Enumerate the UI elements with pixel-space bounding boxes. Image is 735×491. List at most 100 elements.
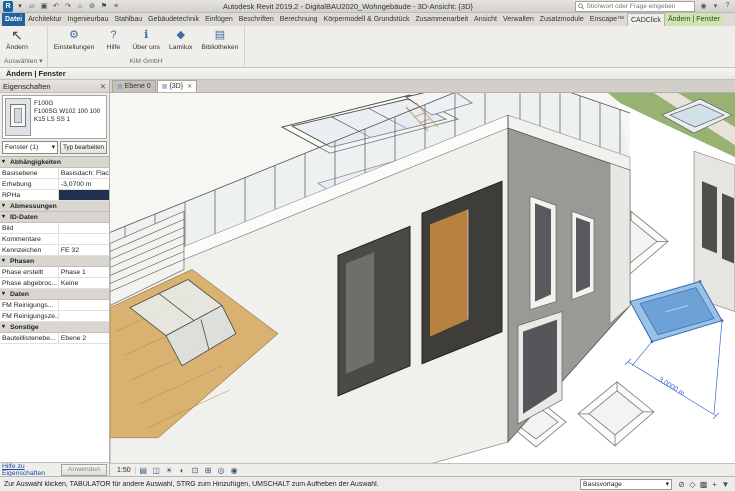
user-account-icon[interactable]: ◉ bbox=[699, 2, 708, 10]
undo-icon[interactable]: ↶ bbox=[51, 1, 61, 12]
view-tab-3d[interactable]: ▦{3D}✕ bbox=[157, 80, 197, 92]
prop-section-abhangigkeiten[interactable]: Abhängigkeiten bbox=[0, 157, 109, 168]
prop-section-id-daten[interactable]: ID-Daten bbox=[0, 212, 109, 223]
ribbon-tab-datei[interactable]: Datei bbox=[2, 13, 25, 26]
apply-button[interactable]: Anwenden bbox=[61, 464, 107, 476]
view-tab-ebene-0[interactable]: ▦Ebene 0 bbox=[112, 80, 156, 92]
element-selector-combo[interactable]: Fenster (1) ▾ bbox=[2, 141, 58, 154]
chevron-down-icon: ▾ bbox=[666, 480, 669, 489]
close-view-icon[interactable]: ✕ bbox=[187, 83, 192, 90]
ribbon-button-hilfe[interactable]: ?Hilfe bbox=[101, 27, 125, 52]
window-right-2[interactable] bbox=[572, 211, 594, 299]
status-bar: Zur Auswahl klicken, TABULATOR für ander… bbox=[0, 476, 735, 491]
revit-logo[interactable]: R bbox=[3, 1, 13, 12]
temporary-hide-isolate-icon[interactable]: ◎ bbox=[216, 466, 227, 475]
3d-viewport[interactable]: 3,0000 m bbox=[110, 93, 735, 463]
ribbon-tab-korpermodell-grundstuck[interactable]: Körpermodell & Grundstück bbox=[321, 13, 413, 26]
prop-value-kommentare[interactable] bbox=[59, 234, 109, 244]
ribbon-button-bibliotheken[interactable]: ▤Bibliotheken bbox=[199, 27, 240, 52]
section-icon[interactable]: ⊘ bbox=[87, 1, 97, 12]
3d-view-canvas[interactable]: 3,0000 m bbox=[110, 93, 735, 463]
redo-icon[interactable]: ↷ bbox=[63, 1, 73, 12]
ribbon-tab-architektur[interactable]: Architektur bbox=[25, 13, 64, 26]
scale-control[interactable]: 1:50 bbox=[113, 467, 136, 474]
prop-value-kennzeichen[interactable]: FE 32 bbox=[59, 245, 109, 255]
sun-path-icon[interactable]: ☀ bbox=[164, 466, 175, 475]
selection-filter-icon[interactable]: ▼ bbox=[720, 480, 731, 489]
prop-value-fm-reinigungs[interactable] bbox=[59, 300, 109, 310]
prop-value-bild[interactable] bbox=[59, 223, 109, 233]
close-properties-icon[interactable]: ✕ bbox=[100, 80, 106, 92]
ribbon-button-andern[interactable]: ↖Ändern bbox=[4, 27, 30, 52]
ribbon-button-uber-uns[interactable]: ℹÜber uns bbox=[130, 27, 162, 52]
ribbon-button-lamilux[interactable]: ◆Lamilux bbox=[167, 27, 194, 52]
search-box[interactable] bbox=[575, 1, 695, 12]
prop-value-phase-abgebroc[interactable]: Keine bbox=[59, 278, 109, 288]
ribbon-tab-cadclick[interactable]: CADClick bbox=[627, 13, 665, 26]
prop-value-phase-erstellt[interactable]: Phase 1 bbox=[59, 267, 109, 277]
ribbon-tab-stahlbau[interactable]: Stahlbau bbox=[111, 13, 145, 26]
help-icon[interactable]: ? bbox=[723, 2, 732, 10]
ribbon-tab-verwalten[interactable]: Verwalten bbox=[500, 13, 537, 26]
select-by-face-icon[interactable]: ▩ bbox=[698, 480, 709, 489]
prop-row-bauteillistenebe: Bauteillistenebe...Ebene 2 bbox=[0, 333, 109, 344]
window-left[interactable] bbox=[338, 226, 410, 395]
design-option-select[interactable]: Basisvorlage ▾ bbox=[580, 479, 672, 490]
drawing-area: ▦Ebene 0▦{3D}✕ bbox=[110, 80, 735, 476]
thin-lines-icon[interactable]: ≡ bbox=[111, 1, 121, 12]
show-crop-icon[interactable]: ⊞ bbox=[203, 466, 214, 475]
ribbon-tab-zusammenarbeit[interactable]: Zusammenarbeit bbox=[413, 13, 472, 26]
crop-view-icon[interactable]: ⊡ bbox=[190, 466, 201, 475]
qat-dropdown-icon[interactable]: ▾ bbox=[15, 1, 25, 12]
window-right-1[interactable] bbox=[530, 196, 556, 309]
info-icon: ℹ bbox=[138, 28, 154, 43]
ribbon-tab-contextual-andern-fenster[interactable]: Ändern | Fenster bbox=[665, 13, 723, 26]
ribbon-tab-einfugen[interactable]: Einfügen bbox=[202, 13, 236, 26]
save-icon[interactable]: ▣ bbox=[39, 1, 49, 12]
edit-type-button[interactable]: Typ bearbeiten bbox=[60, 141, 107, 154]
ribbon-button-einstellungen[interactable]: ⚙Einstellungen bbox=[52, 27, 97, 52]
type-preview[interactable]: F100G F100SG W102 100 100 K15 LS SS 1 bbox=[2, 95, 107, 139]
ribbon-panel-auswahlen: ↖ÄndernAuswählen ▾ bbox=[0, 26, 48, 67]
prop-row-kommentare: Kommentare bbox=[0, 234, 109, 245]
ribbon-tab-beschriften[interactable]: Beschriften bbox=[236, 13, 277, 26]
prop-value-basisebene[interactable]: Basisdach: Flac... bbox=[59, 168, 109, 178]
exclude-underlay-icon[interactable]: ◇ bbox=[687, 480, 698, 489]
shadows-icon[interactable]: ◐ bbox=[177, 466, 188, 475]
ribbon-tab-berechnung[interactable]: Berechnung bbox=[277, 13, 321, 26]
default-3d-view-icon[interactable]: ⌂ bbox=[75, 1, 85, 12]
window-right-lower[interactable] bbox=[518, 312, 562, 424]
chevron-down-icon: ▾ bbox=[52, 142, 55, 153]
prop-section-sonstige[interactable]: Sonstige bbox=[0, 322, 109, 333]
apps-dropdown-icon[interactable]: ▾ bbox=[711, 2, 720, 10]
visual-style-icon[interactable]: ◫ bbox=[151, 466, 162, 475]
skylight-pyramid-2[interactable] bbox=[578, 382, 654, 446]
prop-row-rpha: RPHa bbox=[0, 190, 109, 201]
window-corner[interactable] bbox=[422, 181, 502, 363]
status-icons: ⊘◇▩+▼ bbox=[676, 480, 731, 489]
prop-value-erhebung[interactable]: -3,0700 m bbox=[59, 179, 109, 189]
ribbon-panel-label: KiM GmbH bbox=[52, 57, 241, 67]
drag-elements-icon[interactable]: + bbox=[709, 480, 720, 489]
detail-level-icon[interactable]: ▤ bbox=[138, 466, 149, 475]
properties-title: Eigenschaften bbox=[3, 80, 51, 92]
exclude-links-icon[interactable]: ⊘ bbox=[676, 480, 687, 489]
search-input[interactable] bbox=[586, 3, 692, 10]
ribbon-tab-enscape[interactable]: Enscape™ bbox=[587, 13, 627, 26]
prop-value-rpha[interactable] bbox=[59, 190, 109, 200]
prop-section-daten[interactable]: Daten bbox=[0, 289, 109, 300]
ribbon-panel-kim-gmbh: ⚙Einstellungen?HilfeℹÜber uns◆Lamilux▤Bi… bbox=[48, 26, 246, 67]
pilaster[interactable] bbox=[610, 163, 630, 323]
properties-help-link[interactable]: Hilfe zu Eigenschaften bbox=[2, 463, 61, 477]
tag-icon[interactable]: ⚑ bbox=[99, 1, 109, 12]
prop-value-fm-reinigungsze[interactable] bbox=[59, 311, 109, 321]
prop-value-bauteillistenebe[interactable]: Ebene 2 bbox=[59, 333, 109, 343]
ribbon-tab-zusatzmodule[interactable]: Zusatzmodule bbox=[537, 13, 587, 26]
prop-section-abmessungen[interactable]: Abmessungen bbox=[0, 201, 109, 212]
ribbon-tab-ingenieurbau[interactable]: Ingenieurbau bbox=[65, 13, 112, 26]
reveal-hidden-icon[interactable]: ◉ bbox=[229, 466, 240, 475]
ribbon-tab-ansicht[interactable]: Ansicht bbox=[471, 13, 500, 26]
ribbon-tab-gebaudetechnik[interactable]: Gebäudetechnik bbox=[145, 13, 202, 26]
open-icon[interactable]: ▱ bbox=[27, 1, 37, 12]
prop-section-phasen[interactable]: Phasen bbox=[0, 256, 109, 267]
